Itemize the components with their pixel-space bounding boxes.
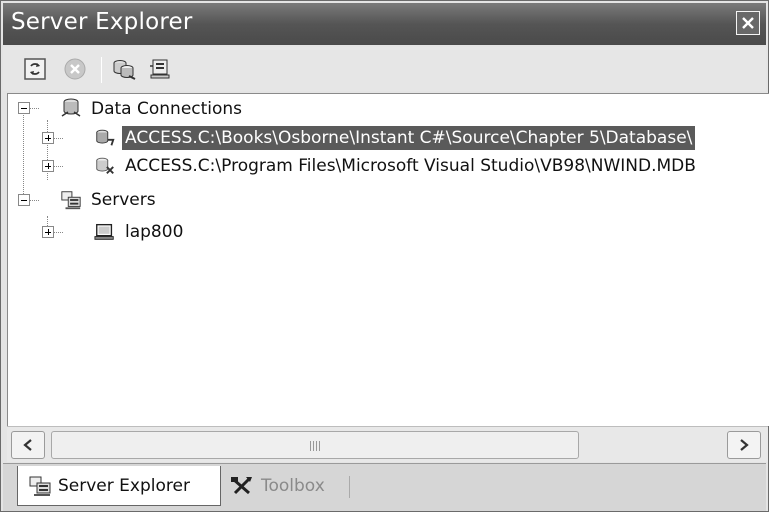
- server-explorer-tree[interactable]: Data Connections ACCESS.C:\Books\Osborne…: [7, 93, 769, 426]
- scrollbar-thumb[interactable]: [51, 431, 579, 459]
- connect-to-database-button[interactable]: [111, 57, 136, 81]
- tab-label: Server Explorer: [58, 475, 190, 496]
- scroll-right-button[interactable]: [727, 431, 761, 459]
- tab-toolbox[interactable]: Toolbox: [223, 466, 349, 506]
- connect-server-icon: [150, 59, 170, 79]
- scrollbar-grip: [310, 441, 322, 451]
- database-disconnected-icon: [96, 157, 114, 174]
- toolbox-icon: [231, 477, 252, 495]
- computer-icon: [94, 223, 114, 240]
- tab-bar: Server Explorer Toolbox: [3, 463, 766, 511]
- tree-item-servers[interactable]: Servers: [8, 188, 308, 212]
- data-connections-icon: [61, 98, 81, 117]
- tree-item-label: Servers: [91, 190, 156, 210]
- connect-to-server-button[interactable]: [149, 57, 173, 81]
- collapse-toggle[interactable]: [18, 194, 30, 206]
- tree-item-label: lap800: [125, 222, 184, 242]
- tab-server-explorer[interactable]: Server Explorer: [17, 466, 221, 506]
- collapse-toggle[interactable]: [18, 102, 30, 114]
- expand-toggle[interactable]: [42, 132, 54, 144]
- stop-icon: [64, 58, 86, 80]
- window-title: Server Explorer: [11, 9, 193, 35]
- arrow-left-icon: [23, 439, 32, 451]
- tab-label: Toolbox: [261, 476, 325, 496]
- toolbar-separator: [101, 57, 102, 83]
- close-button[interactable]: [736, 11, 760, 35]
- toolbar: [3, 47, 766, 91]
- refresh-icon: [24, 58, 46, 80]
- scroll-left-button[interactable]: [11, 431, 45, 459]
- close-icon: [742, 17, 754, 29]
- tree-item-label: Data Connections: [91, 99, 243, 119]
- servers-icon: [61, 191, 81, 210]
- database-connection-icon: [96, 129, 115, 146]
- server-explorer-icon: [29, 476, 51, 496]
- connect-database-icon: [113, 60, 136, 80]
- refresh-button[interactable]: [23, 57, 47, 81]
- tree-item-access-connection-2[interactable]: ACCESS.C:\Program Files\Microsoft Visual…: [8, 154, 769, 178]
- arrow-right-icon: [740, 439, 749, 451]
- expand-toggle[interactable]: [42, 226, 54, 238]
- tree-item-label: ACCESS.C:\Program Files\Microsoft Visual…: [125, 156, 696, 176]
- stop-button[interactable]: [63, 57, 87, 81]
- title-bar[interactable]: Server Explorer: [3, 3, 766, 45]
- tree-item-label: ACCESS.C:\Books\Osborne\Instant C#\Sourc…: [122, 126, 696, 150]
- tab-separator: [349, 476, 350, 498]
- server-explorer-window: Server Explorer Data Connections ACCESS.…: [0, 0, 769, 512]
- tree-item-data-connections[interactable]: Data Connections: [8, 97, 408, 121]
- horizontal-scrollbar[interactable]: [7, 426, 768, 462]
- tree-item-access-connection-1[interactable]: ACCESS.C:\Books\Osborne\Instant C#\Sourc…: [8, 126, 769, 150]
- tree-item-lap800[interactable]: lap800: [8, 220, 308, 244]
- expand-toggle[interactable]: [42, 160, 54, 172]
